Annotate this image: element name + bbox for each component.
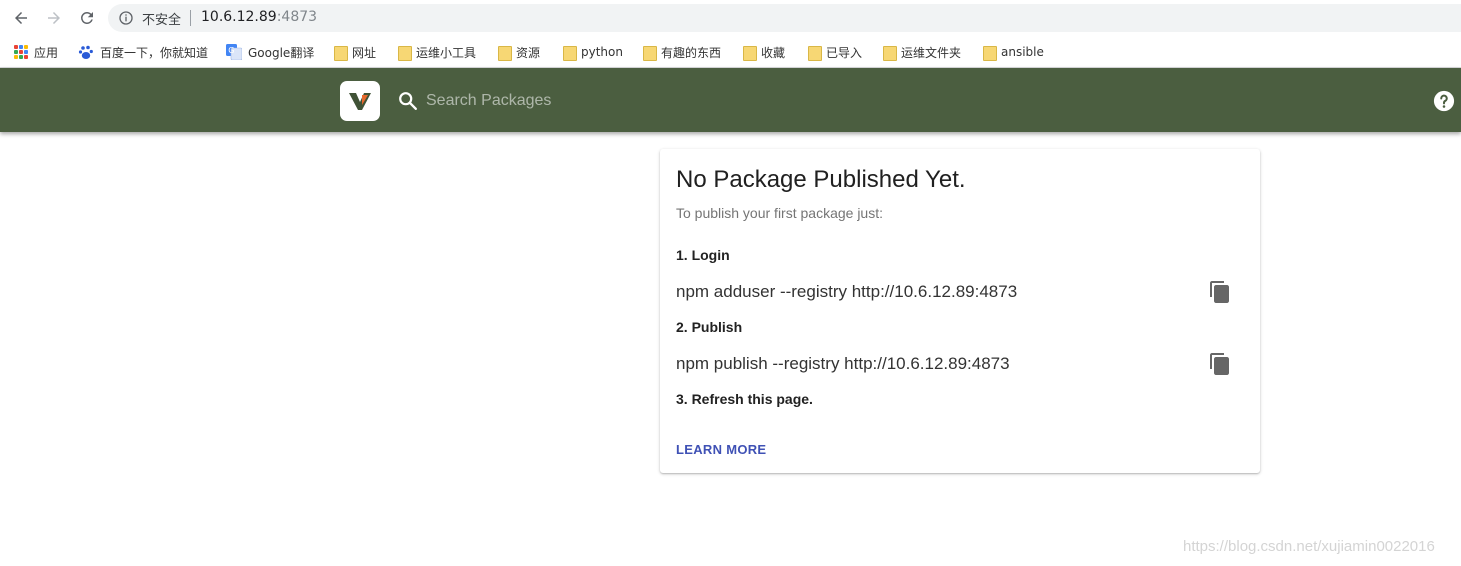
info-icon[interactable] (118, 10, 134, 26)
bookmarks-bar: 应用 百度一下，你就知道 G Google翻译 网址 运维小工具 资源 pyth… (0, 36, 1461, 68)
arrow-left-icon (15, 12, 27, 24)
verdaccio-logo[interactable] (340, 81, 380, 121)
reload-icon (81, 12, 93, 24)
no-package-card: No Package Published Yet. To publish you… (660, 149, 1260, 473)
address-separator (190, 10, 191, 26)
bookmark-label: 收藏 (761, 45, 786, 60)
back-button[interactable] (10, 7, 32, 29)
app-header (0, 68, 1461, 132)
bookmark-folder[interactable]: 已导入 (808, 42, 862, 62)
verdaccio-logo-icon (349, 93, 371, 110)
bookmark-apps[interactable]: 应用 (14, 42, 58, 62)
bookmark-label: 应用 (34, 45, 59, 60)
publish-command: npm publish --registry http://10.6.12.89… (676, 354, 1010, 373)
security-label: 不安全 (142, 13, 182, 28)
forward-button[interactable] (43, 7, 65, 29)
bookmark-folder[interactable]: 运维小工具 (398, 42, 476, 62)
baidu-icon (78, 45, 93, 59)
folder-icon (643, 46, 657, 61)
folder-icon (563, 46, 577, 61)
bookmark-label: 网址 (352, 45, 377, 60)
url-port: :4873 (276, 9, 318, 25)
bookmark-google-translate[interactable]: G Google翻译 (226, 42, 314, 62)
folder-icon (743, 46, 757, 61)
help-icon[interactable] (1433, 90, 1455, 112)
bookmark-folder[interactable]: ansible (983, 42, 1044, 62)
url-host: 10.6.12.89 (201, 9, 277, 25)
bookmark-label: 资源 (516, 45, 541, 60)
card-title: No Package Published Yet. (676, 166, 966, 193)
learn-more-button[interactable]: LEARN MORE (676, 442, 766, 457)
svg-text:G: G (228, 46, 234, 55)
bookmark-folder[interactable]: 运维文件夹 (883, 42, 961, 62)
search-icon[interactable] (397, 90, 419, 112)
url-text[interactable]: 10.6.12.89:4873 (201, 9, 317, 25)
bookmark-label: 有趣的东西 (661, 45, 722, 60)
step-refresh-label: 3. Refresh this page. (676, 391, 813, 407)
folder-icon (334, 46, 348, 61)
bookmark-folder[interactable]: 有趣的东西 (643, 42, 721, 62)
bookmark-label: python (581, 45, 623, 59)
bookmark-label: 运维小工具 (416, 45, 477, 60)
arrow-right-icon (48, 12, 60, 24)
apps-icon (14, 45, 28, 59)
step-publish-label: 2. Publish (676, 319, 743, 335)
folder-icon (808, 46, 822, 61)
folder-icon (398, 46, 412, 61)
bookmark-label: Google翻译 (248, 45, 315, 60)
bookmark-label: 百度一下，你就知道 (100, 45, 209, 60)
reload-button[interactable] (76, 7, 98, 29)
bookmark-label: ansible (1001, 45, 1044, 59)
search-input[interactable] (426, 86, 826, 116)
copy-icon[interactable] (1208, 280, 1232, 304)
bookmark-folder[interactable]: 收藏 (743, 42, 785, 62)
login-command: npm adduser --registry http://10.6.12.89… (676, 282, 1018, 301)
address-bar[interactable]: 不安全 10.6.12.89:4873 (108, 4, 1461, 32)
bookmark-folder[interactable]: python (563, 42, 623, 62)
bookmark-folder[interactable]: 资源 (498, 42, 540, 62)
step-login-label: 1. Login (676, 247, 730, 263)
folder-icon (498, 46, 512, 61)
bookmark-label: 已导入 (826, 45, 863, 60)
browser-toolbar: 不安全 10.6.12.89:4873 (0, 0, 1461, 36)
bookmark-folder[interactable]: 网址 (334, 42, 376, 62)
google-translate-icon: G (226, 44, 242, 60)
watermark: https://blog.csdn.net/xujiamin0022016 (1183, 538, 1435, 555)
copy-icon[interactable] (1208, 352, 1232, 376)
bookmark-baidu[interactable]: 百度一下，你就知道 (78, 42, 208, 62)
bookmark-label: 运维文件夹 (901, 45, 962, 60)
card-subtitle: To publish your first package just: (676, 205, 883, 221)
folder-icon (983, 46, 997, 61)
folder-icon (883, 46, 897, 61)
